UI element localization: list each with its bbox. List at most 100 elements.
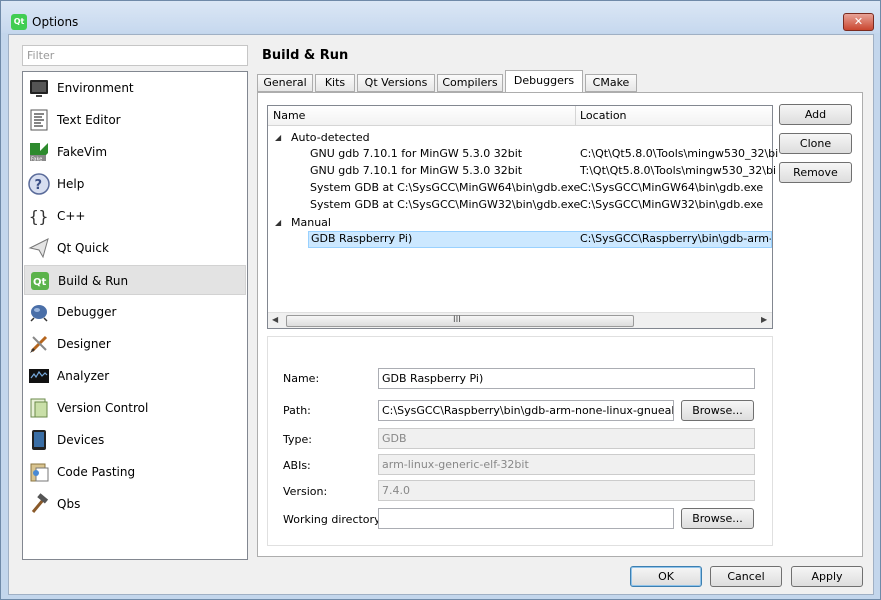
sidebar-item-environment[interactable]: Environment <box>24 73 246 103</box>
analyzer-icon <box>29 369 49 383</box>
sidebar-item-qbs[interactable]: Qbs <box>24 489 246 519</box>
debugger-location: C:\SysGCC\MinGW64\bin\gdb.exe <box>580 181 764 194</box>
sidebar-item-analyzer[interactable]: Analyzer <box>24 361 246 391</box>
tab-general[interactable]: General <box>257 74 313 92</box>
cancel-button[interactable]: Cancel <box>710 566 782 587</box>
sidebar-item-fakevim[interactable]: Fake FakeVim <box>24 137 246 167</box>
debugger-name: System GDB at C:\SysGCC\MinGW32\bin\gdb.… <box>310 198 581 211</box>
svg-text:?: ? <box>35 178 43 193</box>
expand-arrow-icon[interactable]: ◢ <box>275 218 281 227</box>
dialog-body: Filter Environment Text Editor Fake Fake… <box>8 34 874 595</box>
sidebar-item-label: Qbs <box>57 497 81 511</box>
fakevim-icon: Fake <box>30 143 48 163</box>
horizontal-scrollbar[interactable]: ◀ III ▶ <box>268 312 772 328</box>
debugger-location: C:\SysGCC\Raspberry\bin\gdb-arm- <box>580 232 772 245</box>
svg-text:{}: {} <box>29 207 48 226</box>
sidebar-item-label: Build & Run <box>58 274 129 288</box>
abis-field: arm-linux-generic-elf-32bit <box>378 454 755 475</box>
devices-icon <box>32 430 46 450</box>
options-window: Qt Options ✕ Filter Environment Text Edi… <box>0 0 881 600</box>
tab-cmake[interactable]: CMake <box>585 74 637 92</box>
debugger-name: GNU gdb 7.10.1 for MinGW 5.3.0 32bit <box>310 164 523 177</box>
remove-button[interactable]: Remove <box>779 162 852 183</box>
braces-icon: {} <box>29 207 48 226</box>
debugger-row[interactable]: GNU gdb 7.10.1 for MinGW 5.3.0 32bit T:\… <box>310 163 776 180</box>
sidebar-item-label: Designer <box>57 337 111 351</box>
sidebar-item-label: Analyzer <box>57 369 110 383</box>
browse-path-button[interactable]: Browse... <box>681 400 754 421</box>
scroll-right-icon[interactable]: ▶ <box>761 315 767 324</box>
tab-debuggers[interactable]: Debuggers <box>505 70 583 93</box>
tab-qt-versions[interactable]: Qt Versions <box>357 74 435 92</box>
type-label: Type: <box>283 433 312 446</box>
sidebar-item-version-control[interactable]: Version Control <box>24 393 246 423</box>
sidebar-item-build-run[interactable]: Qt Build & Run <box>24 265 246 295</box>
tree-header: Name Location <box>268 106 772 126</box>
scroll-left-icon[interactable]: ◀ <box>272 315 278 324</box>
column-header-location[interactable]: Location <box>580 109 627 122</box>
qt-app-icon: Qt <box>11 14 27 30</box>
code-pasting-icon <box>30 463 49 482</box>
scroll-grip: III <box>453 315 461 325</box>
expand-arrow-icon[interactable]: ◢ <box>275 133 281 142</box>
sidebar-item-qt-quick[interactable]: Qt Quick <box>24 233 246 263</box>
debugger-row[interactable]: System GDB at C:\SysGCC\MinGW64\bin\gdb.… <box>310 180 772 197</box>
sidebar-item-help[interactable]: ? Help <box>24 169 246 199</box>
debugger-details-form: Name: GDB Raspberry Pi) Path: C:\SysGCC\… <box>267 336 773 546</box>
monitor-icon <box>30 80 48 97</box>
tab-kits[interactable]: Kits <box>315 74 355 92</box>
group-manual[interactable]: Manual <box>290 215 490 232</box>
category-list: Environment Text Editor Fake FakeVim ? H… <box>22 71 248 560</box>
version-control-icon <box>30 398 48 418</box>
sidebar-item-label: Version Control <box>57 401 149 415</box>
name-field[interactable]: GDB Raspberry Pi) <box>378 368 755 389</box>
svg-text:Qt: Qt <box>33 277 47 288</box>
sidebar-item-label: C++ <box>57 209 86 223</box>
close-button[interactable]: ✕ <box>843 13 874 31</box>
sidebar-item-text-editor[interactable]: Text Editor <box>24 105 246 135</box>
sidebar-item-designer[interactable]: Designer <box>24 329 246 359</box>
sidebar-item-label: Devices <box>57 433 105 447</box>
sidebar-item-label: Text Editor <box>57 113 121 127</box>
debugger-row-selected[interactable]: GDB Raspberry Pi) C:\SysGCC\Raspberry\bi… <box>308 231 772 248</box>
title-bar: Qt Options ✕ <box>1 1 880 33</box>
group-auto-detected[interactable]: Auto-detected <box>290 130 490 147</box>
debugger-tree[interactable]: Name Location ◢ Auto-detected GNU gdb 7.… <box>267 105 778 329</box>
window-title: Options <box>32 15 79 29</box>
debugger-icon <box>30 305 48 322</box>
type-field: GDB <box>378 428 755 449</box>
sidebar-item-devices[interactable]: Devices <box>24 425 246 455</box>
debugger-location: T:\Qt\Qt5.8.0\Tools\mingw530_32\bi <box>580 164 777 177</box>
sidebar-item-label: Qt Quick <box>57 241 109 255</box>
path-field[interactable]: C:\SysGCC\Raspberry\bin\gdb-arm-none-lin… <box>378 400 674 421</box>
sidebar-item-code-pasting[interactable]: Code Pasting <box>24 457 246 487</box>
debugger-name: System GDB at C:\SysGCC\MinGW64\bin\gdb.… <box>310 181 581 194</box>
version-label: Version: <box>283 485 328 498</box>
debugger-name: GNU gdb 7.10.1 for MinGW 5.3.0 32bit <box>310 147 523 160</box>
sidebar-item-cpp[interactable]: {} C++ <box>24 201 246 231</box>
filter-input[interactable]: Filter <box>22 45 248 66</box>
debugger-location: C:\Qt\Qt5.8.0\Tools\mingw530_32\bi <box>580 147 779 160</box>
clone-button[interactable]: Clone <box>779 133 852 154</box>
sidebar-item-label: Debugger <box>57 305 117 319</box>
hammer-icon <box>31 493 49 513</box>
browse-workdir-button[interactable]: Browse... <box>681 508 754 529</box>
name-label: Name: <box>283 372 320 385</box>
designer-icon <box>30 335 48 353</box>
ok-button[interactable]: OK <box>630 566 702 587</box>
sidebar-item-debugger[interactable]: Debugger <box>24 297 246 327</box>
sidebar-item-label: Help <box>57 177 85 191</box>
path-label: Path: <box>283 404 311 417</box>
tab-compilers[interactable]: Compilers <box>437 74 503 92</box>
add-button[interactable]: Add <box>779 104 852 125</box>
text-editor-icon <box>30 109 48 131</box>
scroll-thumb[interactable]: III <box>286 315 634 327</box>
apply-button[interactable]: Apply <box>791 566 863 587</box>
working-directory-field[interactable] <box>378 508 674 529</box>
debugger-row[interactable]: System GDB at C:\SysGCC\MinGW32\bin\gdb.… <box>310 197 772 214</box>
debugger-row[interactable]: GNU gdb 7.10.1 for MinGW 5.3.0 32bit C:\… <box>310 146 778 163</box>
svg-text:Fake: Fake <box>31 157 42 163</box>
version-field: 7.4.0 <box>378 480 755 501</box>
abis-label: ABIs: <box>283 459 311 472</box>
column-header-name[interactable]: Name <box>273 109 305 122</box>
